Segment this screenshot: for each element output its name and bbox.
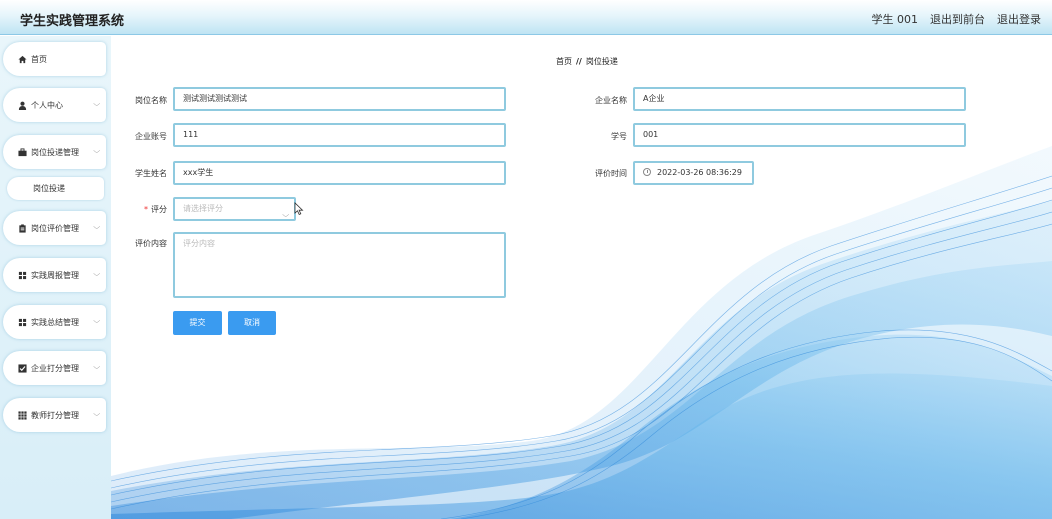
chevron-down-icon: ⌵ (92, 410, 100, 418)
company-account-label: 企业账号 (135, 132, 167, 141)
required-mark: * (144, 205, 148, 214)
chevron-down-icon: ⌵ (92, 147, 100, 155)
top-header: 学生实践管理系统 学生 001 退出到前台 退出登录 (0, 0, 1052, 35)
job-name-field[interactable]: 测试测试测试测试 (173, 87, 506, 111)
breadcrumb: 首页 //岗位投递 (556, 56, 618, 67)
sidebar-item-summary[interactable]: 实践总结管理 ⌵ (3, 305, 106, 339)
header-actions: 学生 001 退出到前台 退出登录 (872, 11, 1042, 27)
company-name-field[interactable]: A企业 (633, 87, 966, 111)
sidebar-item-weekly-report[interactable]: 实践周报管理 ⌵ (3, 258, 106, 292)
student-name-field[interactable]: xxx学生 (173, 161, 506, 185)
sidebar-item-label: 实践周报管理 (31, 270, 79, 280)
breadcrumb-current: 岗位投递 (585, 57, 618, 66)
app-title: 学生实践管理系统 (20, 14, 125, 29)
cancel-button[interactable]: 取消 (228, 311, 276, 335)
score-label-text: 评分 (151, 205, 167, 214)
grid-icon (17, 317, 27, 327)
breadcrumb-home[interactable]: 首页 (556, 57, 572, 66)
sidebar-item-label: 实践总结管理 (31, 317, 79, 327)
breadcrumb-separator: // (576, 57, 582, 66)
chevron-down-icon: ⌵ (92, 270, 100, 278)
exit-to-front-link[interactable]: 退出到前台 (930, 11, 985, 27)
home-icon (17, 54, 27, 64)
score-label: * 评分 (111, 204, 167, 215)
current-user-label: 学生 001 (871, 13, 919, 26)
content-textarea[interactable]: 评分内容 (173, 232, 506, 298)
sidebar: 首页 个人中心 ⌵ 岗位投递管理 ⌵ 岗位投递 岗位评价管理 ⌵ 实践周报管理 … (0, 36, 111, 519)
student-id-label: 学号 (611, 132, 627, 141)
sidebar-item-label: 个人中心 (31, 100, 63, 110)
score-select-placeholder: 请选择评分 (183, 204, 223, 213)
job-name-label: 岗位名称 (135, 96, 167, 105)
eval-time-field[interactable]: 2022-03-26 08:36:29 (633, 161, 754, 185)
company-account-field[interactable]: 111 (173, 123, 506, 147)
eval-time-value: 2022-03-26 08:36:29 (657, 168, 742, 177)
logout-link[interactable]: 退出登录 (997, 11, 1041, 27)
sidebar-subitem-job-apply[interactable]: 岗位投递 (7, 177, 104, 200)
chevron-down-icon: ⌵ (92, 363, 100, 371)
student-id-field[interactable]: 001 (633, 123, 966, 147)
clipboard-icon (17, 223, 27, 233)
chevron-down-icon: ⌵ (281, 211, 289, 219)
mouse-cursor-icon (294, 202, 304, 216)
score-select[interactable]: 请选择评分 ⌵ (173, 197, 296, 221)
sidebar-item-profile[interactable]: 个人中心 ⌵ (3, 88, 106, 122)
sidebar-item-label: 岗位评价管理 (31, 223, 79, 233)
sidebar-item-job-eval[interactable]: 岗位评价管理 ⌵ (3, 211, 106, 245)
checkbox-icon (17, 363, 27, 373)
submit-button[interactable]: 提交 (173, 311, 222, 335)
clock-icon (643, 168, 651, 176)
sidebar-item-label: 教师打分管理 (31, 410, 79, 420)
sidebar-item-home[interactable]: 首页 (3, 42, 106, 76)
company-name-label: 企业名称 (595, 96, 627, 105)
user-icon (17, 100, 27, 110)
chevron-down-icon: ⌵ (92, 100, 100, 108)
sidebar-item-company-score[interactable]: 企业打分管理 ⌵ (3, 351, 106, 385)
sidebar-item-label: 岗位投递管理 (31, 147, 79, 157)
sidebar-item-job-apply[interactable]: 岗位投递管理 ⌵ (3, 135, 106, 169)
main-content: 首页 //岗位投递 岗位名称 测试测试测试测试 企业账号 111 学生姓名 xxx… (111, 36, 1052, 519)
student-name-label: 学生姓名 (135, 169, 167, 178)
chevron-down-icon: ⌵ (92, 223, 100, 231)
eval-time-label: 评价时间 (595, 169, 627, 178)
chevron-down-icon: ⌵ (92, 317, 100, 325)
sidebar-item-label: 企业打分管理 (31, 363, 79, 373)
sidebar-item-teacher-score[interactable]: 教师打分管理 ⌵ (3, 398, 106, 432)
briefcase-icon (17, 147, 27, 157)
grid-icon (17, 270, 27, 280)
content-label: 评价内容 (135, 239, 167, 248)
grid-icon (17, 410, 27, 420)
sidebar-item-label: 首页 (31, 54, 47, 64)
